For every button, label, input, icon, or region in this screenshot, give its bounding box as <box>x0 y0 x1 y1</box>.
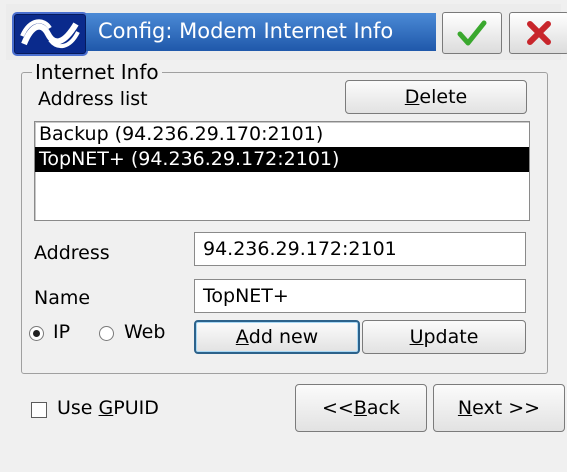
web-radio-label: Web <box>124 321 166 343</box>
address-field[interactable]: 94.236.29.172:2101 <box>194 232 526 266</box>
update-button[interactable]: Update <box>362 320 526 354</box>
update-label: pdate <box>423 326 479 348</box>
list-item[interactable]: Backup (94.236.29.170:2101) <box>35 122 529 147</box>
group-legend: Internet Info <box>32 60 162 84</box>
ok-button[interactable] <box>442 12 502 54</box>
use-gpuid-checkbox[interactable] <box>31 402 47 418</box>
list-item-selected[interactable]: TopNET+ (94.236.29.172:2101) <box>35 147 529 172</box>
address-list[interactable]: Backup (94.236.29.170:2101) TopNET+ (94.… <box>34 121 530 221</box>
next-button[interactable]: Next >> <box>433 384 565 432</box>
back-label: ack <box>366 397 400 419</box>
back-button[interactable]: << Back <box>295 384 427 432</box>
back-underline: B <box>353 397 367 419</box>
use-gpuid-underline: G <box>98 397 114 419</box>
address-list-label: Address list <box>38 88 148 110</box>
delete-label-underline: D <box>404 86 420 108</box>
ip-radio-label: IP <box>53 321 71 343</box>
name-field[interactable]: TopNET+ <box>194 279 526 313</box>
close-x-icon <box>527 21 551 45</box>
app-logo-icon[interactable] <box>12 12 88 56</box>
use-gpuid-label: Use GPUID <box>57 397 159 419</box>
web-radio[interactable] <box>99 326 114 341</box>
next-underline: N <box>457 397 473 419</box>
add-new-underline: A <box>235 326 249 348</box>
window-title: Config: Modem Internet Info <box>98 19 394 43</box>
add-new-button[interactable]: Add new <box>194 320 360 354</box>
delete-button[interactable]: Delete <box>345 80 527 114</box>
update-underline: U <box>409 326 424 348</box>
delete-label: elete <box>419 86 468 108</box>
title-bar: Config: Modem Internet Info <box>6 4 567 60</box>
next-label: ext >> <box>472 397 541 419</box>
cancel-button[interactable] <box>509 12 567 54</box>
name-label: Name <box>34 287 91 309</box>
use-gpuid-text: Use <box>57 397 99 419</box>
use-gpuid-rest: PUID <box>113 397 159 419</box>
checkmark-icon <box>457 20 487 46</box>
ip-radio[interactable] <box>29 326 44 341</box>
back-arrows: << <box>322 397 354 419</box>
add-new-label: dd new <box>248 326 319 348</box>
address-label: Address <box>34 242 110 264</box>
